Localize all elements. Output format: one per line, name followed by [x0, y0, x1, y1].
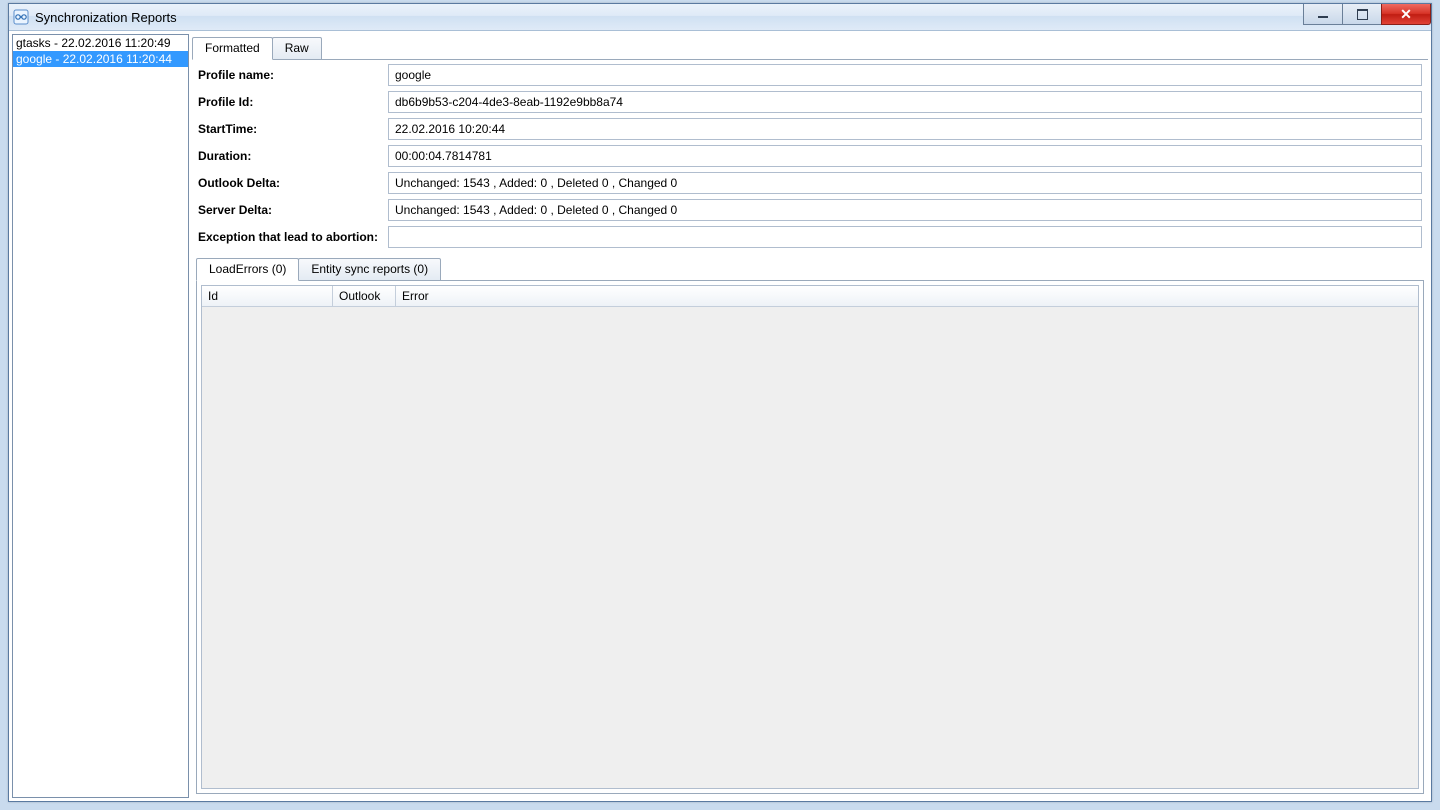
minimize-button[interactable] — [1303, 4, 1343, 25]
details-form: Profile name: google Profile Id: db6b9b5… — [192, 60, 1428, 255]
label-exception: Exception that lead to abortion: — [198, 230, 388, 244]
label-duration: Duration: — [198, 149, 388, 163]
data-grid[interactable]: Id Outlook Error — [201, 285, 1419, 789]
grid-container: Id Outlook Error — [196, 280, 1424, 794]
tab-load-errors[interactable]: LoadErrors (0) — [196, 258, 299, 281]
row-profile-id: Profile Id: db6b9b53-c204-4de3-8eab-1192… — [198, 91, 1422, 113]
close-button[interactable]: ✕ — [1381, 4, 1431, 25]
window-title: Synchronization Reports — [35, 10, 177, 25]
app-icon — [13, 9, 29, 25]
label-profile-name: Profile name: — [198, 68, 388, 82]
tab-formatted[interactable]: Formatted — [192, 37, 273, 60]
field-duration[interactable]: 00:00:04.7814781 — [388, 145, 1422, 167]
row-profile-name: Profile name: google — [198, 64, 1422, 86]
column-header-id[interactable]: Id — [202, 286, 333, 306]
list-item[interactable]: google - 22.02.2016 11:20:44 — [13, 51, 188, 67]
tab-raw[interactable]: Raw — [272, 37, 322, 60]
window-frame: Synchronization Reports ✕ gtasks - 22.02… — [8, 3, 1432, 802]
row-exception: Exception that lead to abortion: — [198, 226, 1422, 248]
window-controls: ✕ — [1304, 4, 1431, 26]
field-outlook-delta[interactable]: Unchanged: 1543 , Added: 0 , Deleted 0 ,… — [388, 172, 1422, 194]
column-header-error[interactable]: Error — [396, 286, 458, 306]
field-server-delta[interactable]: Unchanged: 1543 , Added: 0 , Deleted 0 ,… — [388, 199, 1422, 221]
grid-body[interactable] — [202, 307, 1418, 788]
label-profile-id: Profile Id: — [198, 95, 388, 109]
field-profile-id[interactable]: db6b9b53-c204-4de3-8eab-1192e9bb8a74 — [388, 91, 1422, 113]
view-tabstrip: Formatted Raw — [192, 36, 1428, 60]
sub-tabstrip: LoadErrors (0) Entity sync reports (0) — [192, 257, 1428, 281]
field-start-time[interactable]: 22.02.2016 10:20:44 — [388, 118, 1422, 140]
column-header-outlook[interactable]: Outlook — [333, 286, 396, 306]
field-exception[interactable] — [388, 226, 1422, 248]
label-outlook-delta: Outlook Delta: — [198, 176, 388, 190]
label-server-delta: Server Delta: — [198, 203, 388, 217]
maximize-button[interactable] — [1342, 4, 1382, 25]
tab-entity-sync-reports[interactable]: Entity sync reports (0) — [298, 258, 441, 281]
report-list[interactable]: gtasks - 22.02.2016 11:20:49 google - 22… — [12, 34, 189, 798]
field-profile-name[interactable]: google — [388, 64, 1422, 86]
row-start-time: StartTime: 22.02.2016 10:20:44 — [198, 118, 1422, 140]
list-item[interactable]: gtasks - 22.02.2016 11:20:49 — [13, 35, 188, 51]
row-server-delta: Server Delta: Unchanged: 1543 , Added: 0… — [198, 199, 1422, 221]
main-panel: Formatted Raw Profile name: google Profi… — [192, 34, 1428, 798]
row-duration: Duration: 00:00:04.7814781 — [198, 145, 1422, 167]
label-start-time: StartTime: — [198, 122, 388, 136]
column-headers: Id Outlook Error — [202, 286, 1418, 307]
client-area: gtasks - 22.02.2016 11:20:49 google - 22… — [9, 31, 1431, 801]
titlebar[interactable]: Synchronization Reports ✕ — [9, 4, 1431, 31]
row-outlook-delta: Outlook Delta: Unchanged: 1543 , Added: … — [198, 172, 1422, 194]
